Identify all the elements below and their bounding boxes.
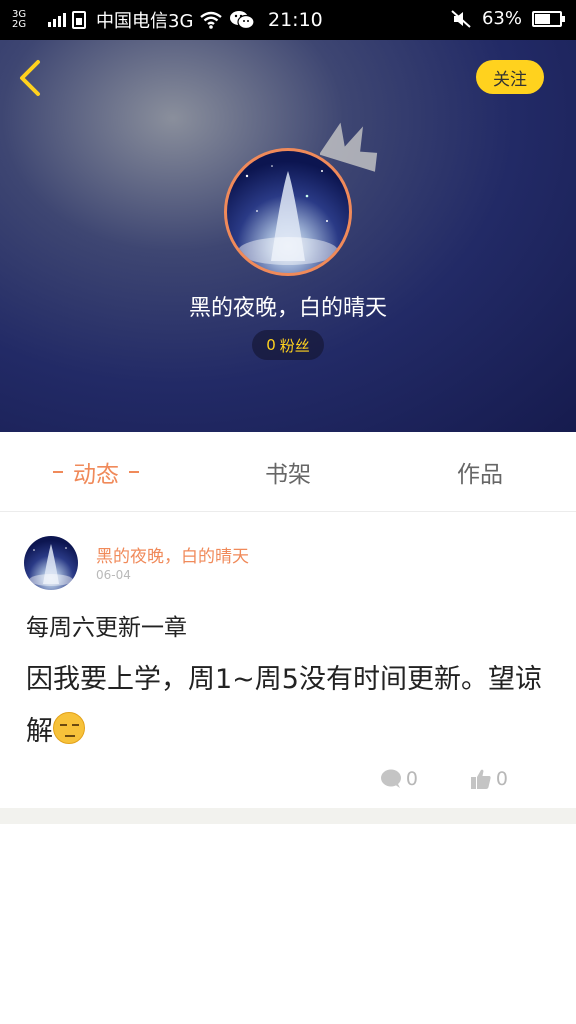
tab-bookshelf[interactable]: 书架 [192, 432, 384, 511]
chevron-left-icon [20, 60, 40, 96]
profile-tabs: 动态 书架 作品 [0, 432, 576, 512]
signal-icon [48, 13, 66, 27]
comment-icon [380, 769, 401, 788]
tab-works[interactable]: 作品 [384, 432, 576, 511]
profile-avatar[interactable] [224, 148, 352, 276]
section-divider [0, 808, 576, 824]
sim-icon [72, 11, 86, 29]
activity-post: 黑的夜晚，白的晴天 06-04 每周六更新一章 因我要上学，周1~周5没有时间更… [0, 512, 576, 808]
tab-label: 书架 [265, 461, 311, 488]
back-button[interactable] [14, 56, 54, 100]
post-text-line-2: 因我要上学，周1~周5没有时间更新。望谅解 [26, 654, 546, 758]
tab-label: 作品 [457, 461, 503, 488]
post-text-line-1: 每周六更新一章 [26, 615, 187, 641]
post-author-name[interactable]: 黑的夜晚，白的晴天 [96, 542, 249, 567]
unamused-emoji-icon [53, 712, 85, 744]
fans-count: 0 [266, 336, 276, 354]
thumbs-up-icon [470, 769, 491, 789]
fans-badge[interactable]: 0 粉丝 [252, 330, 324, 360]
tab-activity[interactable]: 动态 [0, 432, 192, 511]
post-actions: 0 0 [380, 768, 508, 790]
post-date: 06-04 [96, 568, 131, 582]
avatar-art [238, 165, 338, 265]
wechat-icon [230, 11, 256, 30]
carrier-label: 中国电信3G [96, 11, 194, 32]
follow-button[interactable]: 关注 [476, 60, 544, 94]
mute-icon [451, 9, 471, 28]
post-author-avatar[interactable] [24, 536, 78, 590]
avatar-image [224, 148, 352, 276]
status-time: 21:10 [268, 9, 323, 31]
network-type: 3G 2G [12, 10, 42, 30]
fans-label: 粉丝 [279, 336, 310, 355]
tab-indicator-left [53, 470, 63, 473]
network-bottom: 2G [12, 19, 27, 30]
tab-indicator-right [129, 470, 139, 473]
battery-percent: 63% [481, 8, 522, 29]
profile-username: 黑的夜晚，白的晴天 [188, 296, 387, 321]
tab-label: 动态 [73, 461, 119, 488]
post-avatar-art [29, 544, 73, 586]
profile-header: 关注 黑的夜晚，白的晴天 0 粉丝 [0, 40, 576, 432]
post-text-body: 因我要上学，周1~周5没有时间更新。望谅解 [26, 664, 542, 747]
status-bar: 3G 2G 中国电信3G 21:10 63% [0, 0, 576, 40]
comment-count: 0 [405, 768, 418, 790]
comment-button[interactable]: 0 [380, 768, 418, 790]
wifi-icon [200, 11, 223, 29]
like-button[interactable]: 0 [470, 768, 508, 790]
battery-icon [532, 10, 565, 27]
like-count: 0 [495, 768, 508, 790]
